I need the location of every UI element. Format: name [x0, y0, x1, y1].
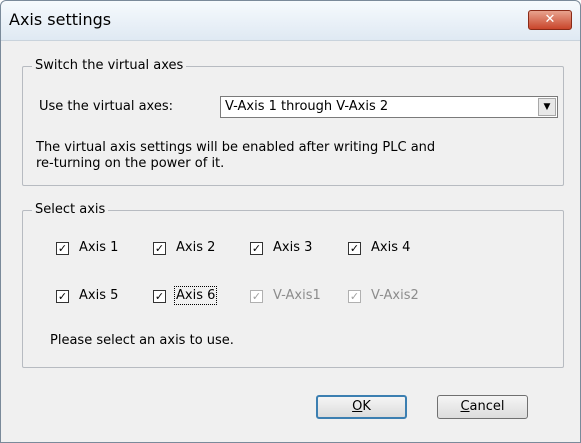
- axis-4-checkbox[interactable]: ✓: [348, 242, 361, 255]
- ok-button[interactable]: OK: [316, 395, 407, 419]
- virtual-axes-message-line-2: re-turning on the power of it.: [36, 156, 225, 171]
- check-icon: ✓: [349, 242, 360, 255]
- v-axis-2-label: V-Axis2: [371, 288, 419, 303]
- axis-5-label[interactable]: Axis 5: [79, 288, 118, 303]
- v-axis-1-label: V-Axis1: [273, 288, 321, 303]
- v-axis-2-checkbox: ✓: [348, 290, 361, 303]
- ok-label-rest: K: [362, 399, 371, 414]
- check-icon: ✓: [57, 290, 68, 303]
- chevron-down-icon: ▼: [543, 102, 551, 112]
- virtual-axes-message-line-1: The virtual axis settings will be enable…: [36, 140, 436, 155]
- check-icon: ✓: [251, 242, 262, 255]
- close-icon: ✕: [544, 12, 556, 27]
- check-icon: ✓: [154, 290, 165, 303]
- virtual-axes-select[interactable]: V-Axis 1 through V-Axis 2 ▼: [220, 96, 558, 118]
- cancel-button[interactable]: Cancel: [437, 395, 528, 419]
- axis-3-checkbox[interactable]: ✓: [250, 242, 263, 255]
- axis-2-checkbox[interactable]: ✓: [153, 242, 166, 255]
- dialog-body: Switch the virtual axes Use the virtual …: [9, 41, 572, 439]
- select-axis-hint: Please select an axis to use.: [50, 333, 234, 348]
- axis-3-label[interactable]: Axis 3: [273, 240, 312, 255]
- axis-6-label[interactable]: Axis 6: [173, 286, 218, 305]
- check-icon: ✓: [349, 290, 360, 303]
- axis-2-label[interactable]: Axis 2: [176, 240, 215, 255]
- switch-virtual-axes-legend: Switch the virtual axes: [32, 58, 187, 73]
- dialog-title: Axis settings: [9, 10, 112, 29]
- axis-1-label[interactable]: Axis 1: [79, 240, 118, 255]
- axis-4-label[interactable]: Axis 4: [371, 240, 410, 255]
- check-icon: ✓: [251, 290, 262, 303]
- close-button[interactable]: ✕: [528, 10, 572, 30]
- v-axis-1-checkbox: ✓: [250, 290, 263, 303]
- axis-1-checkbox[interactable]: ✓: [56, 242, 69, 255]
- cancel-mnemonic: C: [460, 399, 470, 414]
- check-icon: ✓: [154, 242, 165, 255]
- cancel-label-rest: ancel: [469, 399, 505, 414]
- axis-6-checkbox[interactable]: ✓: [153, 290, 166, 303]
- check-icon: ✓: [57, 242, 68, 255]
- select-axis-legend: Select axis: [32, 202, 109, 217]
- ok-mnemonic: O: [352, 399, 363, 414]
- axis-5-checkbox[interactable]: ✓: [56, 290, 69, 303]
- dropdown-arrow-button[interactable]: ▼: [538, 98, 556, 116]
- virtual-axes-selected-value: V-Axis 1 through V-Axis 2: [225, 99, 389, 114]
- title-bar[interactable]: Axis settings ✕: [1, 1, 580, 41]
- axis-settings-dialog: Axis settings ✕ Switch the virtual axes …: [0, 0, 581, 443]
- use-virtual-axes-label: Use the virtual axes:: [39, 99, 173, 114]
- virtual-axes-message: The virtual axis settings will be enable…: [36, 140, 435, 172]
